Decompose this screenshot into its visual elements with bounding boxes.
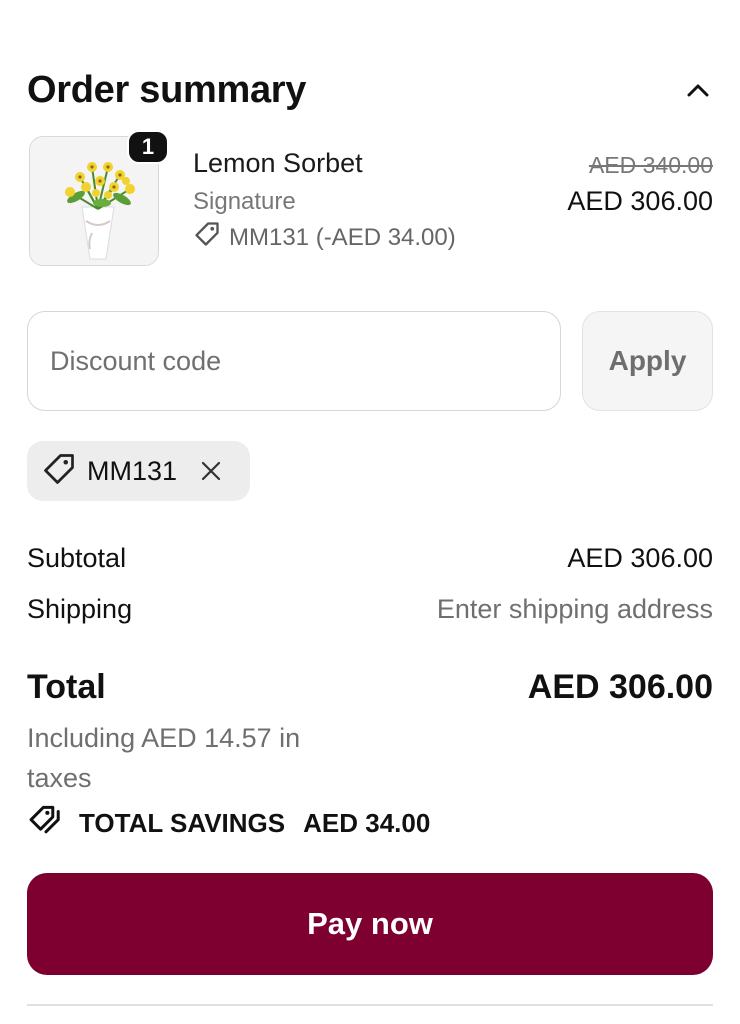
tags-icon [27, 804, 65, 843]
original-price: AED 340.00 [588, 152, 713, 178]
applied-discount-chip: MM131 [27, 441, 250, 501]
close-icon[interactable] [197, 457, 225, 485]
total-label: Total [27, 668, 106, 706]
total-savings: TOTAL SAVINGS AED 34.00 [27, 804, 430, 843]
savings-value: AED 34.00 [303, 808, 431, 838]
chevron-up-icon[interactable] [683, 75, 713, 105]
product-name: Lemon Sorbet [193, 148, 363, 178]
product-line-item: 1 Lemon Sorbet Signature MM131 (-AED 34.… [27, 130, 713, 274]
order-summary-header[interactable]: Order summary [27, 62, 713, 118]
product-discount-text: MM131 (-AED 34.00) [229, 223, 456, 251]
tax-note: Including AED 14.57 in taxes [27, 723, 301, 793]
shipping-value: Enter shipping address [436, 594, 713, 624]
pay-now-button[interactable]: Pay now [27, 873, 713, 975]
apply-button[interactable]: Apply [582, 311, 713, 411]
shipping-row: Shipping Enter shipping address [27, 594, 713, 625]
tag-icon [41, 451, 77, 492]
tag-icon [193, 220, 221, 255]
total-value: AED 306.00 [527, 668, 713, 706]
savings-label: TOTAL SAVINGS [79, 808, 286, 838]
quantity-badge: 1 [127, 130, 169, 164]
page-title: Order summary [27, 68, 307, 111]
product-variant: Signature [193, 188, 296, 215]
product-price: AED 306.00 [567, 186, 713, 216]
applied-discount-code: MM131 [87, 455, 178, 486]
discount-row: Apply [27, 311, 713, 411]
subtotal-row: Subtotal AED 306.00 [27, 543, 713, 574]
total-row: Total AED 306.00 [27, 668, 713, 707]
subtotal-label: Subtotal [27, 543, 127, 573]
subtotal-value: AED 306.00 [567, 543, 713, 573]
discount-code-input[interactable] [27, 311, 561, 411]
product-discount: MM131 (-AED 34.00) [193, 220, 456, 255]
divider [27, 1004, 713, 1006]
shipping-label: Shipping [27, 594, 133, 624]
product-thumbnail-wrapper: 1 [27, 130, 169, 268]
